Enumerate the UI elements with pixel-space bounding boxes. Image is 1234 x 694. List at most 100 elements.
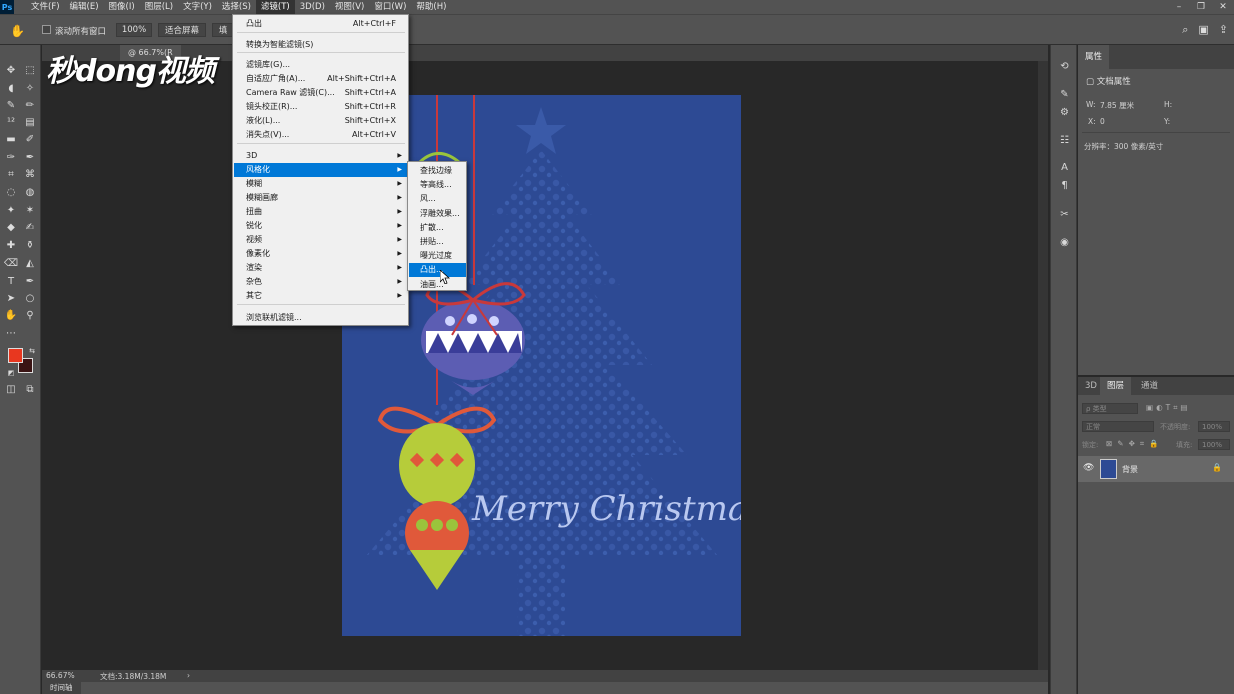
type-tool-icon[interactable]: T [3,273,19,289]
filter-menu-item-10[interactable]: 模糊 ▶ [234,177,408,191]
zoom-tool-icon[interactable]: ⚲ [22,307,38,323]
filter-menu-item-11[interactable]: 模糊画廊 ▶ [234,191,408,205]
spot-heal-icon[interactable]: ✚ [3,237,19,253]
pencil-tool-icon[interactable]: ✒ [22,149,38,165]
fill-screen-button[interactable]: 填 [212,23,234,37]
type-panel-icon[interactable]: A [1057,160,1072,175]
stylize-item-8[interactable]: 油画... [409,278,466,292]
filter-menu-item-4[interactable]: Camera Raw 滤镜(C)... Shift+Ctrl+A [234,86,408,100]
ellipse-tool-icon[interactable]: ○ [22,290,38,306]
magic-wand-icon[interactable]: ✧ [22,80,38,96]
menu-8[interactable]: 视图(V) [330,0,369,14]
fit-screen-button[interactable]: 适合屏幕 [158,23,206,37]
paint-bucket-icon[interactable]: ◆ [3,219,19,235]
foreground-color-swatch[interactable] [8,348,23,363]
filter-menu-item-16[interactable]: 渲染 ▶ [234,261,408,275]
menu-5[interactable]: 选择(S) [217,0,256,14]
clone-stamp-icon[interactable]: ⚱ [22,237,38,253]
filter-menu-item-2[interactable]: 滤镜库(G)... [234,58,408,72]
menu-2[interactable]: 图像(I) [104,0,140,14]
fill-input[interactable]: 100% [1198,439,1230,450]
filter-menu-item-13[interactable]: 锐化 ▶ [234,219,408,233]
polygon-lasso-icon[interactable]: ◌ [3,184,19,200]
pen-tool-icon[interactable]: ✒ [22,273,38,289]
filter-menu-item-5[interactable]: 镜头校正(R)... Shift+Ctrl+R [234,100,408,114]
menu-3[interactable]: 图层(L) [140,0,178,14]
filter-menu-item-14[interactable]: 视频 ▶ [234,233,408,247]
tab-layers[interactable]: 图层 [1100,377,1132,395]
stylize-item-6[interactable]: 曝光过度 [409,249,466,263]
artboard-tool-icon[interactable]: ⌗ [3,166,19,182]
zoom-level[interactable]: 66.67% [46,671,75,680]
timeline-tab[interactable]: 时间轴 [42,682,81,694]
note-icon[interactable]: ▤ [22,114,38,130]
paragraph-panel-icon[interactable]: ¶ [1057,178,1072,193]
brush-panel-icon[interactable]: ✎ [1057,87,1072,102]
stylize-item-7[interactable]: 凸出... [409,263,466,278]
filter-menu-item-7[interactable]: 消失点(V)... Alt+Ctrl+V [234,128,408,142]
status-arrow-icon[interactable]: › [187,671,190,680]
stylize-item-1[interactable]: 等高线... [409,178,466,192]
adjustments-panel-icon[interactable]: ⚙ [1057,105,1072,120]
layer-row-background[interactable]: 👁 背景 🔒 [1078,456,1234,482]
bucket-icon[interactable]: ◭ [22,255,38,271]
marquee-tool-icon[interactable]: ⬚ [22,62,38,78]
width-value[interactable]: 7.85 厘米 [1100,100,1134,111]
character-panel-icon[interactable]: ☷ [1057,133,1072,148]
hand-tool-active-icon[interactable]: ✋ [3,307,19,323]
3d-panel-icon[interactable]: ◉ [1057,235,1072,250]
stylize-item-2[interactable]: 风... [409,192,466,206]
opacity-input[interactable]: 100% [1198,421,1230,432]
move-tool-icon[interactable]: ✥ [3,62,19,78]
filter-menu-item-6[interactable]: 液化(L)... Shift+Ctrl+X [234,114,408,128]
history-panel-icon[interactable]: ⟲ [1057,59,1072,74]
brush-tool-icon[interactable]: ✑ [3,149,19,165]
restore-icon[interactable]: ❐ [1190,0,1212,14]
scroll-all-windows-checkbox[interactable] [42,25,51,34]
filter-menu-item-0[interactable]: 凸出 Alt+Ctrl+F [234,17,408,31]
x-value[interactable]: 0 [1100,117,1105,126]
filter-menu-item-9[interactable]: 风格化 ▶ [234,163,408,177]
eyedropper-icon[interactable]: ✎ [3,97,19,113]
layer-filter-input[interactable]: ρ 类型 [1082,403,1138,414]
filter-menu-item-17[interactable]: 杂色 ▶ [234,275,408,289]
zoom-100-button[interactable]: 100% [116,23,152,37]
magic-wand-tool-icon[interactable]: ✶ [22,202,38,218]
filter-menu-item-8[interactable]: 3D ▶ [234,149,408,163]
healing-brush-icon[interactable]: ✦ [3,202,19,218]
menu-1[interactable]: 编辑(E) [65,0,104,14]
close-icon[interactable]: ✕ [1212,0,1234,14]
menu-10[interactable]: 帮助(H) [411,0,451,14]
menu-0[interactable]: 文件(F) [26,0,65,14]
color-sampler-icon[interactable]: ✐ [22,131,38,147]
filter-menu-item-3[interactable]: 自适应广角(A)... Alt+Shift+Ctrl+A [234,72,408,86]
lasso-tool-icon[interactable]: ◖ [3,80,19,96]
filter-menu-item-12[interactable]: 扭曲 ▶ [234,205,408,219]
count-icon[interactable]: ¹² [3,114,19,130]
layer-name[interactable]: 背景 [1122,464,1138,475]
screen-mode-icon[interactable]: ⧉ [22,381,38,397]
ruler-icon[interactable]: ✏ [22,97,38,113]
workspace-icon[interactable]: ▣ [1198,23,1208,37]
history-brush-icon[interactable]: ✍ [22,219,38,235]
stylize-item-0[interactable]: 查找边缘 [409,164,466,178]
vertical-scrollbar[interactable] [1038,61,1048,670]
quick-mask-icon[interactable]: ◫ [3,381,19,397]
stylize-item-4[interactable]: 扩散... [409,221,466,235]
filter-menu-item-15[interactable]: 像素化 ▶ [234,247,408,261]
menu-6[interactable]: 滤镜(T) [255,0,295,14]
filter-menu-item-18[interactable]: 其它 ▶ [234,289,408,303]
hand-tool-icon[interactable]: ✋ [10,24,25,38]
filter-menu-item-19[interactable]: 浏览联机滤镜... [234,311,408,325]
tab-properties[interactable]: 属性 [1078,45,1110,69]
path-select-icon[interactable]: ➤ [3,290,19,306]
blend-mode-select[interactable]: 正常 [1082,421,1154,432]
menu-4[interactable]: 文字(Y) [178,0,217,14]
quick-select-icon[interactable]: ◍ [22,184,38,200]
swap-colors-icon[interactable]: ⇆ [24,343,40,359]
layer-filter-icons[interactable]: ▣◐T⌗▤ [1146,403,1191,413]
more-tools-icon[interactable]: ⋯ [3,325,19,341]
stylize-item-5[interactable]: 拼贴... [409,235,466,249]
eraser-icon[interactable]: ⌫ [3,255,19,271]
share-icon[interactable]: ⇪ [1219,23,1228,37]
